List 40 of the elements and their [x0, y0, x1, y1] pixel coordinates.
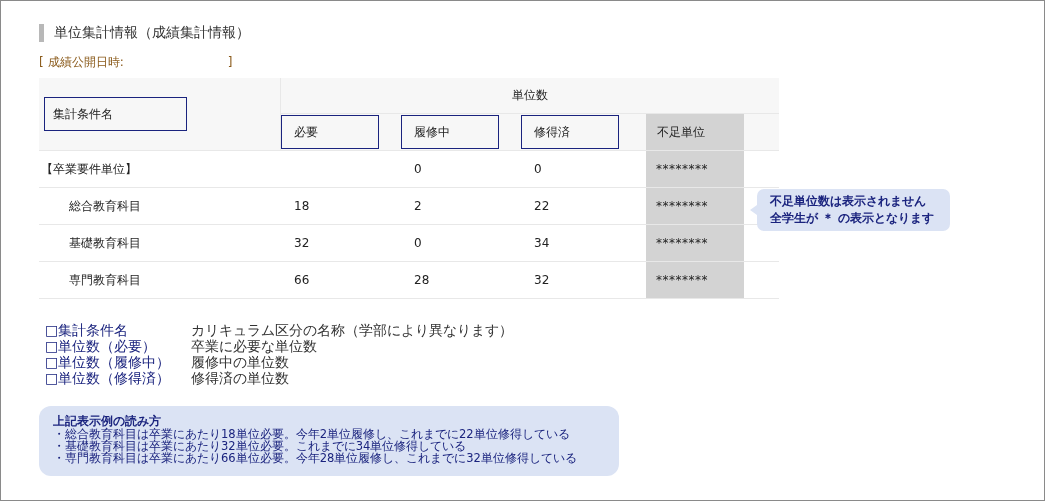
legend-term: □単位数（必要）	[45, 338, 158, 354]
legend-description: 卒業に必要な単位数	[191, 338, 318, 354]
note-text: ・総合教育科目は卒業にあたり18単位必要。今年2単位履修し、これまでに22単位修得している	[53, 428, 571, 440]
table-cell: 基礎教育科目	[39, 225, 281, 262]
bracket: ]	[226, 55, 233, 69]
table-cell: 18	[281, 188, 401, 225]
note-text: ・基礎教育科目は卒業にあたり32単位必要。これまでに34単位修得している	[53, 440, 468, 452]
header-label: 集計条件名	[44, 97, 187, 131]
title-bar	[39, 24, 44, 42]
table-cell: 2	[401, 188, 521, 225]
table-cell: 28	[401, 262, 521, 299]
header-label: 不足単位	[656, 123, 706, 141]
header-label: 単位数	[281, 78, 779, 114]
header-label: 修得済	[521, 115, 619, 149]
table-cell: 66	[281, 262, 401, 299]
table-cell: ********	[646, 262, 744, 299]
section-title: 単位集計情報（成績集計情報）	[54, 24, 250, 42]
tooltip-text: 不足単位数は表示されません	[770, 193, 927, 210]
legend-description: カリキュラム区分の名称（学部により異なります）	[191, 322, 514, 338]
legend-term: □集計条件名	[45, 322, 130, 338]
legend-description: 履修中の単位数	[191, 354, 290, 370]
bracket: [	[39, 55, 44, 69]
table-cell: ********	[646, 151, 744, 188]
note-text: ・専門教育科目は卒業にあたり66単位必要。今年28単位履修し、これまでに32単位修得している	[53, 452, 578, 464]
header-label: 必要	[281, 115, 379, 149]
legend-term: □単位数（履修中）	[45, 354, 172, 370]
table-cell: ********	[646, 188, 744, 225]
header-label: 履修中	[401, 115, 499, 149]
legend-description: 修得済の単位数	[191, 370, 290, 386]
table-cell: 【卒業要件単位】	[39, 151, 281, 188]
table-cell: 専門教育科目	[39, 262, 281, 299]
table-cell: 0	[401, 151, 521, 188]
table-cell: 32	[281, 225, 401, 262]
tooltip-text: 全学生が ＊ の表示となります	[770, 210, 935, 227]
note-title: 上記表示例の読み方	[53, 415, 162, 427]
legend-term: □単位数（修得済）	[45, 370, 172, 386]
table-cell: ********	[646, 225, 744, 262]
publish-date-label: 成績公開日時:	[46, 53, 124, 71]
table-cell: 総合教育科目	[39, 188, 281, 225]
table-cell: 0	[401, 225, 521, 262]
